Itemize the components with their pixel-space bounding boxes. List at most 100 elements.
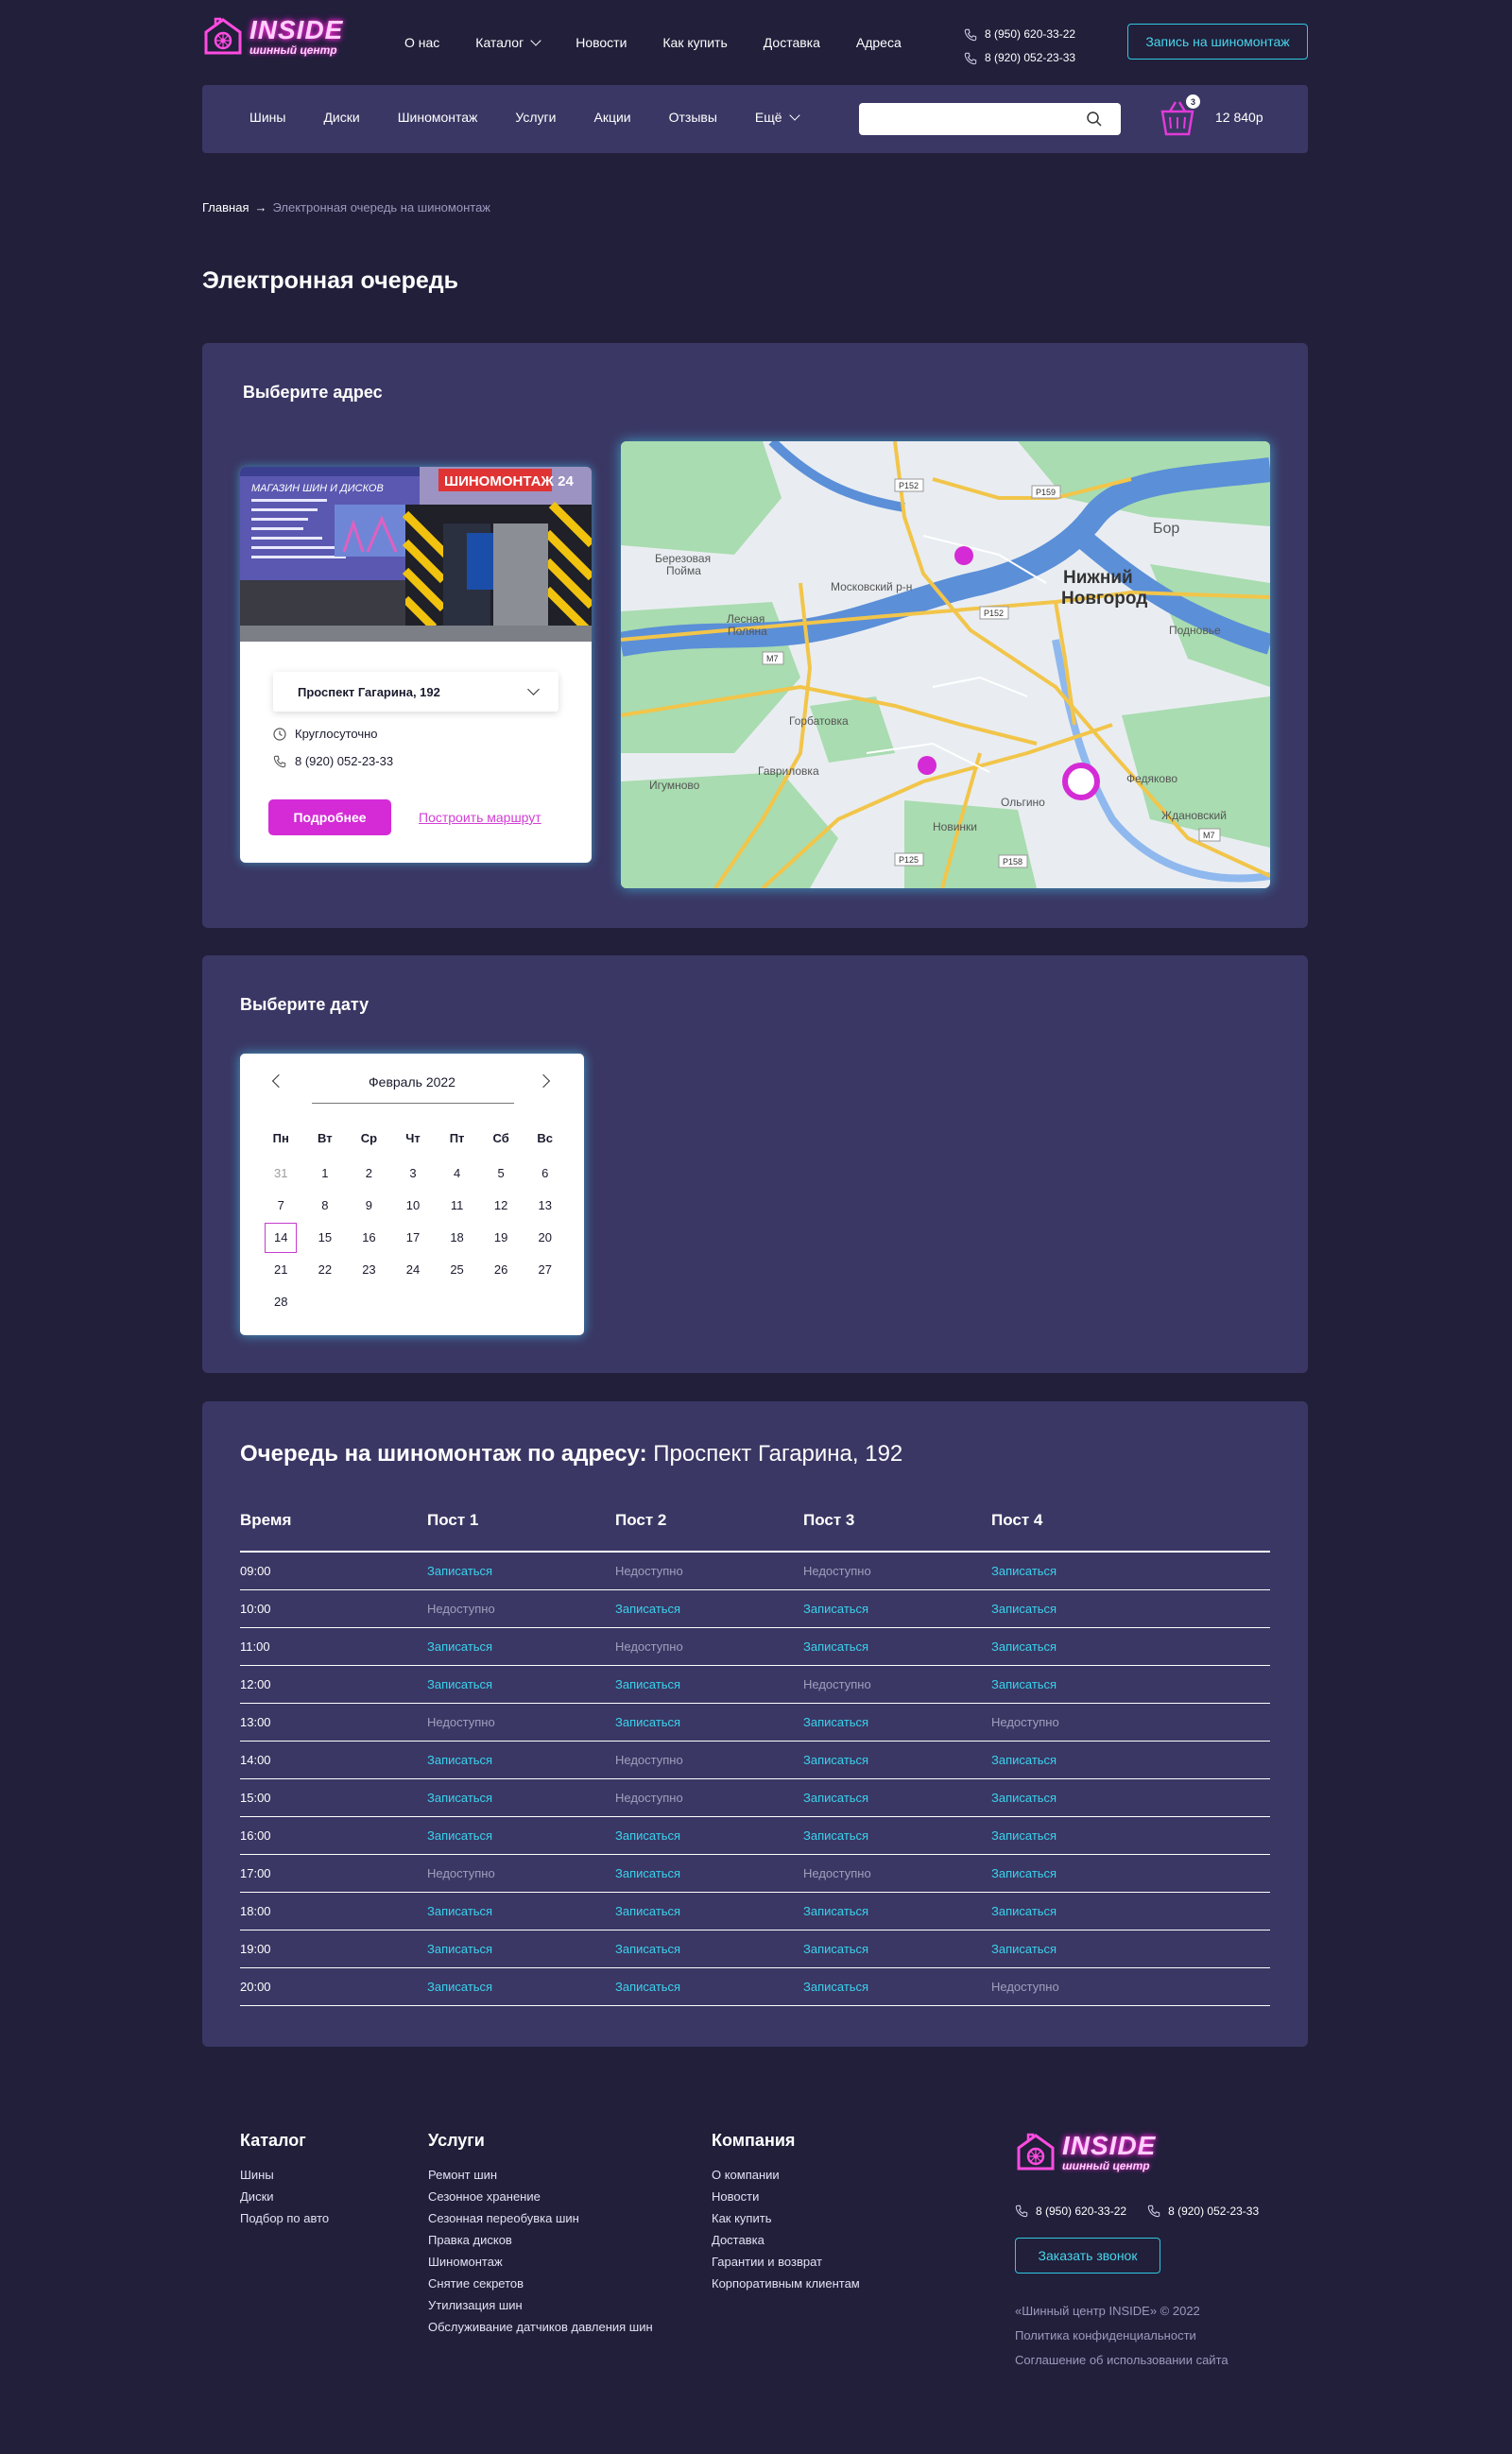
footer-link[interactable]: Как купить <box>712 2207 860 2229</box>
menu-tires[interactable]: Шины <box>249 110 285 125</box>
request-call-button[interactable]: Заказать звонок <box>1015 2238 1160 2274</box>
book-slot-link[interactable]: Записаться <box>427 1677 615 1691</box>
nav-news[interactable]: Новости <box>576 35 627 50</box>
calendar-day[interactable]: 13 <box>523 1190 567 1222</box>
calendar-day[interactable]: 28 <box>259 1286 303 1318</box>
footer-link[interactable]: Обслуживание датчиков давления шин <box>428 2316 653 2338</box>
phone-2[interactable]: 8 (920) 052-23-33 <box>964 46 1075 70</box>
map[interactable]: Нижний Новгород Бор Березовая Пойма Моск… <box>621 441 1270 888</box>
terms-of-use-link[interactable]: Соглашение об использовании сайта <box>1015 2348 1228 2373</box>
book-slot-link[interactable]: Записаться <box>427 1980 615 1994</box>
book-slot-link[interactable]: Записаться <box>991 1828 1270 1843</box>
logo[interactable]: INSIDE шинный центр <box>202 15 343 57</box>
book-slot-link[interactable]: Записаться <box>427 1828 615 1843</box>
menu-services[interactable]: Услуги <box>515 110 556 125</box>
calendar-day[interactable]: 20 <box>523 1222 567 1254</box>
book-slot-link[interactable]: Записаться <box>427 1904 615 1918</box>
calendar-day[interactable]: 10 <box>391 1190 436 1222</box>
footer-link[interactable]: Новости <box>712 2186 860 2207</box>
calendar-day[interactable]: 25 <box>435 1254 479 1286</box>
calendar-day[interactable]: 24 <box>391 1254 436 1286</box>
book-slot-link[interactable]: Записаться <box>803 1828 991 1843</box>
footer-phone-1[interactable]: 8 (950) 620-33-22 <box>1015 2205 1126 2218</box>
calendar-day[interactable]: 1 <box>303 1158 348 1190</box>
book-slot-link[interactable]: Записаться <box>803 1980 991 1994</box>
book-slot-link[interactable]: Записаться <box>991 1791 1270 1805</box>
book-slot-link[interactable]: Записаться <box>991 1677 1270 1691</box>
book-slot-link[interactable]: Записаться <box>615 1715 803 1729</box>
calendar-day-selected[interactable]: 14 <box>259 1222 303 1254</box>
calendar-day[interactable]: 11 <box>435 1190 479 1222</box>
footer-link[interactable]: Сезонное хранение <box>428 2186 653 2207</box>
book-slot-link[interactable]: Записаться <box>803 1942 991 1956</box>
calendar-day[interactable]: 21 <box>259 1254 303 1286</box>
map-canvas[interactable]: Нижний Новгород Бор Березовая Пойма Моск… <box>621 441 1270 888</box>
calendar-day[interactable]: 15 <box>303 1222 348 1254</box>
footer-link[interactable]: Доставка <box>712 2229 860 2251</box>
book-slot-link[interactable]: Записаться <box>427 1753 615 1767</box>
book-slot-link[interactable]: Записаться <box>991 1639 1270 1654</box>
address-select[interactable]: Проспект Гагарина, 192 <box>273 672 558 712</box>
calendar-day[interactable]: 19 <box>479 1222 524 1254</box>
store-phone[interactable]: 8 (920) 052-23-33 <box>273 754 393 768</box>
footer-link[interactable]: Ремонт шин <box>428 2164 653 2186</box>
calendar-day[interactable]: 7 <box>259 1190 303 1222</box>
nav-about[interactable]: О нас <box>404 35 439 50</box>
book-slot-link[interactable]: Записаться <box>615 1942 803 1956</box>
book-slot-link[interactable]: Записаться <box>427 1791 615 1805</box>
calendar-day[interactable]: 4 <box>435 1158 479 1190</box>
calendar-day[interactable]: 26 <box>479 1254 524 1286</box>
nav-how-to-buy[interactable]: Как купить <box>662 35 727 50</box>
book-slot-link[interactable]: Записаться <box>991 1564 1270 1578</box>
book-slot-link[interactable]: Записаться <box>615 1904 803 1918</box>
calendar-day[interactable]: 27 <box>523 1254 567 1286</box>
footer-logo[interactable]: INSIDE шинный центр <box>1015 2131 1156 2172</box>
privacy-policy-link[interactable]: Политика конфиденциальности <box>1015 2324 1228 2348</box>
calendar-day[interactable]: 16 <box>347 1222 391 1254</box>
phone-1[interactable]: 8 (950) 620-33-22 <box>964 23 1075 46</box>
book-slot-link[interactable]: Записаться <box>803 1602 991 1616</box>
calendar-day[interactable]: 9 <box>347 1190 391 1222</box>
tire-service-signup-button[interactable]: Запись на шиномонтаж <box>1127 24 1308 60</box>
footer-link[interactable]: Корпоративным клиентам <box>712 2273 860 2294</box>
menu-more[interactable]: Ещё <box>755 109 800 125</box>
footer-link[interactable]: Правка дисков <box>428 2229 653 2251</box>
menu-reviews[interactable]: Отзывы <box>669 110 717 125</box>
footer-phone-2[interactable]: 8 (920) 052-23-33 <box>1147 2205 1259 2218</box>
nav-catalog[interactable]: Каталог <box>475 34 541 50</box>
search-icon[interactable] <box>1086 111 1103 128</box>
calendar-day[interactable]: 3 <box>391 1158 436 1190</box>
book-slot-link[interactable]: Записаться <box>427 1942 615 1956</box>
book-slot-link[interactable]: Записаться <box>803 1904 991 1918</box>
book-slot-link[interactable]: Записаться <box>991 1904 1270 1918</box>
calendar-day[interactable]: 6 <box>523 1158 567 1190</box>
cart-sum[interactable]: 12 840р <box>1215 110 1263 125</box>
footer-link[interactable]: Сезонная переобувка шин <box>428 2207 653 2229</box>
book-slot-link[interactable]: Записаться <box>427 1564 615 1578</box>
footer-link[interactable]: О компании <box>712 2164 860 2186</box>
book-slot-link[interactable]: Записаться <box>803 1753 991 1767</box>
build-route-link[interactable]: Построить маршрут <box>419 810 541 825</box>
calendar-day[interactable]: 23 <box>347 1254 391 1286</box>
book-slot-link[interactable]: Записаться <box>991 1753 1270 1767</box>
nav-delivery[interactable]: Доставка <box>764 35 820 50</box>
footer-link[interactable]: Шиномонтаж <box>428 2251 653 2273</box>
menu-wheels[interactable]: Диски <box>323 110 359 125</box>
menu-tire-service[interactable]: Шиномонтаж <box>398 110 478 125</box>
menu-promos[interactable]: Акции <box>593 110 630 125</box>
footer-link[interactable]: Подбор по авто <box>240 2207 329 2229</box>
book-slot-link[interactable]: Записаться <box>803 1791 991 1805</box>
book-slot-link[interactable]: Записаться <box>427 1639 615 1654</box>
book-slot-link[interactable]: Записаться <box>991 1602 1270 1616</box>
calendar-day[interactable]: 8 <box>303 1190 348 1222</box>
calendar-day[interactable]: 22 <box>303 1254 348 1286</box>
footer-link[interactable]: Гарантии и возврат <box>712 2251 860 2273</box>
breadcrumb-home[interactable]: Главная <box>202 200 249 215</box>
calendar-day[interactable]: 31 <box>259 1158 303 1190</box>
footer-link[interactable]: Утилизация шин <box>428 2294 653 2316</box>
book-slot-link[interactable]: Записаться <box>803 1639 991 1654</box>
footer-link[interactable]: Шины <box>240 2164 329 2186</box>
book-slot-link[interactable]: Записаться <box>803 1715 991 1729</box>
book-slot-link[interactable]: Записаться <box>615 1677 803 1691</box>
footer-link[interactable]: Снятие секретов <box>428 2273 653 2294</box>
